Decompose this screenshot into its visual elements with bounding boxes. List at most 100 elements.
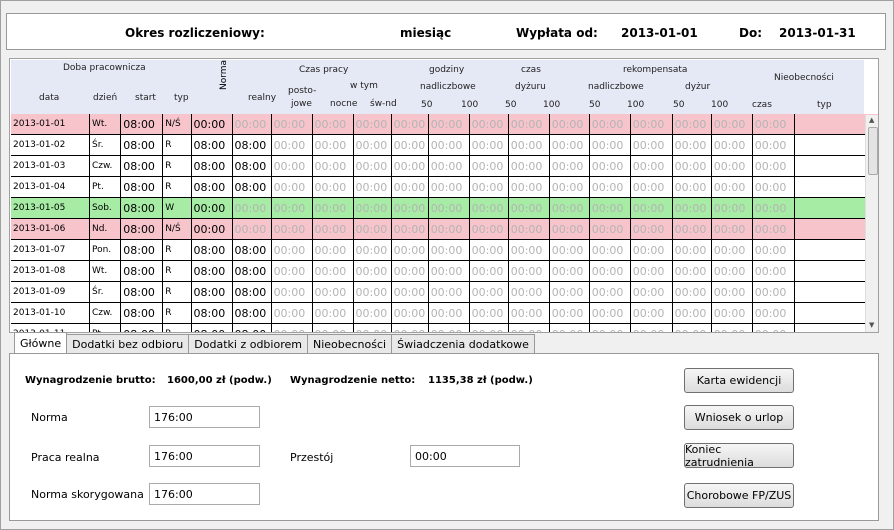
- cell-realny[interactable]: 08:00: [233, 261, 272, 281]
- cell-time[interactable]: 00:00: [429, 261, 470, 281]
- cell-time[interactable]: 00:00: [631, 219, 673, 239]
- cell-time[interactable]: 00:00: [392, 240, 429, 260]
- cell-norma[interactable]: 08:00: [192, 303, 233, 323]
- cell-time[interactable]: 00:00: [470, 156, 509, 176]
- cell-time[interactable]: 00:00: [673, 177, 712, 197]
- norma-field[interactable]: 176:00: [149, 406, 260, 428]
- table-row[interactable]: 2013-01-08 Wt. 08:00 R 08:00 08:00 00:00 00:00 0…: [11, 261, 878, 282]
- cell-time[interactable]: 00:00: [470, 177, 509, 197]
- cell-time[interactable]: 00:00: [509, 240, 550, 260]
- cell-day[interactable]: Czw.: [90, 156, 122, 176]
- cell-time[interactable]: 00:00: [753, 303, 795, 323]
- cell-type[interactable]: R: [163, 135, 192, 155]
- cell-time[interactable]: 00:00: [550, 324, 590, 332]
- cell-time[interactable]: 00:00: [550, 135, 590, 155]
- cell-time[interactable]: 00:00: [590, 114, 631, 134]
- cell-date[interactable]: 2013-01-07: [11, 240, 90, 260]
- cell-start[interactable]: 08:00: [121, 114, 164, 134]
- cell-time[interactable]: 00:00: [631, 135, 673, 155]
- cell-time[interactable]: 00:00: [313, 303, 354, 323]
- cell-time[interactable]: 00:00: [354, 135, 392, 155]
- table-row[interactable]: 2013-01-09 Śr. 08:00 R 08:00 08:00 00:00 00:00 0…: [11, 282, 878, 303]
- cell-start[interactable]: 08:00: [121, 156, 164, 176]
- cell-time[interactable]: 00:00: [354, 219, 392, 239]
- tab-1[interactable]: Dodatki bez odbioru: [66, 334, 190, 353]
- cell-time[interactable]: 00:00: [753, 198, 795, 218]
- cell-start[interactable]: 08:00: [121, 135, 164, 155]
- koniec-zatrudnienia-button[interactable]: Koniec zatrudnienia: [684, 443, 794, 469]
- cell-time[interactable]: 00:00: [712, 282, 753, 302]
- cell-time[interactable]: 00:00: [429, 303, 470, 323]
- cell-time[interactable]: 00:00: [753, 135, 795, 155]
- cell-start[interactable]: 08:00: [121, 219, 164, 239]
- cell-time[interactable]: 00:00: [631, 303, 673, 323]
- cell-time[interactable]: 00:00: [509, 303, 550, 323]
- cell-time[interactable]: 00:00: [470, 303, 509, 323]
- cell-time[interactable]: 00:00: [673, 303, 712, 323]
- cell-day[interactable]: Śr.: [90, 282, 122, 302]
- cell-time[interactable]: 00:00: [590, 156, 631, 176]
- cell-time[interactable]: 00:00: [550, 177, 590, 197]
- cell-time[interactable]: 00:00: [590, 240, 631, 260]
- table-row[interactable]: 2013-01-04 Pt. 08:00 R 08:00 08:00 00:00 00:00 0…: [11, 177, 878, 198]
- cell-type[interactable]: W: [163, 198, 192, 218]
- cell-realny[interactable]: 00:00: [233, 198, 272, 218]
- cell-time[interactable]: 00:00: [272, 261, 313, 281]
- cell-day[interactable]: Pt.: [90, 324, 122, 332]
- timesheet-grid[interactable]: Doba pracownicza data dzień start typ No…: [9, 58, 879, 333]
- przestoj-field[interactable]: 00:00: [410, 445, 520, 467]
- cell-time[interactable]: 00:00: [470, 324, 509, 332]
- cell-time[interactable]: 00:00: [712, 219, 753, 239]
- cell-time[interactable]: 00:00: [753, 240, 795, 260]
- cell-type[interactable]: R: [163, 240, 192, 260]
- cell-start[interactable]: 08:00: [121, 198, 164, 218]
- cell-time[interactable]: 00:00: [354, 198, 392, 218]
- cell-time[interactable]: 00:00: [631, 324, 673, 332]
- scrollbar-thumb[interactable]: [868, 127, 878, 175]
- cell-time[interactable]: 00:00: [392, 324, 429, 332]
- cell-norma[interactable]: 08:00: [192, 324, 233, 332]
- cell-norma[interactable]: 08:00: [192, 156, 233, 176]
- cell-time[interactable]: 00:00: [313, 177, 354, 197]
- cell-time[interactable]: 00:00: [392, 198, 429, 218]
- cell-norma[interactable]: 08:00: [192, 282, 233, 302]
- cell-time[interactable]: 00:00: [673, 219, 712, 239]
- cell-realny[interactable]: 08:00: [233, 135, 272, 155]
- cell-time[interactable]: 00:00: [392, 177, 429, 197]
- tab-2[interactable]: Dodatki z odbiorem: [188, 334, 308, 353]
- cell-time[interactable]: 00:00: [590, 324, 631, 332]
- cell-time[interactable]: 00:00: [354, 324, 392, 332]
- cell-time[interactable]: 00:00: [429, 324, 470, 332]
- cell-time[interactable]: 00:00: [712, 303, 753, 323]
- cell-time[interactable]: 00:00: [470, 261, 509, 281]
- cell-time[interactable]: 00:00: [429, 219, 470, 239]
- cell-time[interactable]: 00:00: [313, 114, 354, 134]
- cell-time[interactable]: 00:00: [272, 282, 313, 302]
- cell-norma[interactable]: 08:00: [192, 240, 233, 260]
- cell-time[interactable]: 00:00: [392, 282, 429, 302]
- cell-start[interactable]: 08:00: [121, 303, 164, 323]
- cell-time[interactable]: 00:00: [673, 135, 712, 155]
- cell-date[interactable]: 2013-01-05: [11, 198, 90, 218]
- cell-time[interactable]: 00:00: [550, 219, 590, 239]
- cell-time[interactable]: 00:00: [313, 282, 354, 302]
- cell-realny[interactable]: 08:00: [233, 156, 272, 176]
- cell-time[interactable]: 00:00: [313, 135, 354, 155]
- cell-time[interactable]: 00:00: [712, 156, 753, 176]
- cell-date[interactable]: 2013-01-10: [11, 303, 90, 323]
- cell-norma[interactable]: 00:00: [192, 114, 233, 134]
- cell-time[interactable]: 00:00: [354, 303, 392, 323]
- cell-time[interactable]: 00:00: [429, 282, 470, 302]
- cell-time[interactable]: 00:00: [550, 240, 590, 260]
- cell-day[interactable]: Pon.: [90, 240, 122, 260]
- cell-time[interactable]: 00:00: [590, 261, 631, 281]
- cell-time[interactable]: 00:00: [313, 324, 354, 332]
- cell-time[interactable]: 00:00: [550, 261, 590, 281]
- cell-time[interactable]: 00:00: [429, 177, 470, 197]
- scroll-up-icon[interactable]: ▲: [869, 116, 874, 124]
- cell-time[interactable]: 00:00: [712, 135, 753, 155]
- cell-time[interactable]: 00:00: [313, 219, 354, 239]
- cell-time[interactable]: 00:00: [313, 156, 354, 176]
- cell-time[interactable]: 00:00: [753, 261, 795, 281]
- cell-date[interactable]: 2013-01-01: [11, 114, 90, 134]
